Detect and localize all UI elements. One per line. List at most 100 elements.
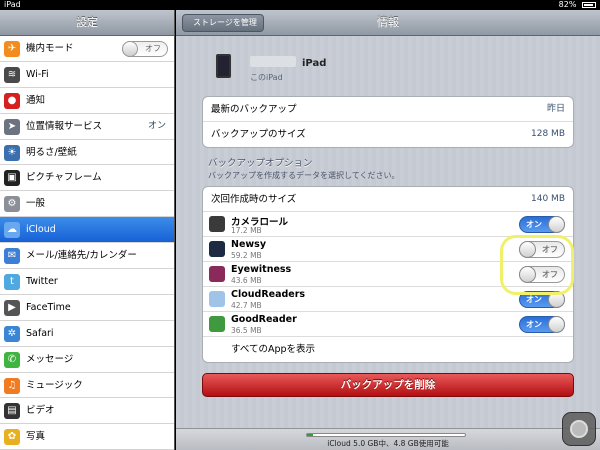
sidebar-item-brightness[interactable]: ☀ 明るさ/壁紙 — [0, 139, 174, 166]
backup-size-label: バックアップのサイズ — [211, 129, 306, 140]
sidebar-item-safari[interactable]: ✲ Safari — [0, 320, 174, 347]
backup-size-value: 128 MB — [531, 129, 565, 139]
sidebar-item-label: 明るさ/壁紙 — [26, 146, 77, 158]
next-size-row: 次回作成時のサイズ 140 MB — [203, 187, 573, 212]
video-icon: ▤ — [4, 403, 20, 420]
location-icon: ➤ — [4, 118, 20, 135]
storage-text: iCloud 5.0 GB中、4.8 GB使用可能 — [327, 439, 449, 448]
status-bar: iPad 82% — [0, 0, 600, 10]
sidebar-item-music[interactable]: ♫ ミュージック — [0, 372, 174, 399]
backup-options-title: バックアップオプション — [208, 158, 313, 169]
switch-label: オフ — [145, 44, 161, 53]
battery-icon — [582, 1, 596, 8]
camera-roll-icon — [209, 216, 225, 232]
app-size: 42.7 MB — [231, 301, 262, 310]
assistive-touch-button[interactable] — [562, 412, 596, 446]
latest-backup-row: 最新のバックアップ 昨日 — [203, 97, 573, 122]
sidebar-item-value: オン — [147, 120, 166, 131]
switch-label: オン — [526, 220, 542, 229]
page-title: 情報 — [377, 16, 399, 29]
app-name: Eyewitness — [231, 264, 292, 275]
airplane-icon: ✈ — [4, 41, 20, 57]
next-size-label: 次回作成時のサイズ — [211, 194, 297, 205]
sidebar-item-label: 位置情報サービス — [26, 120, 103, 132]
sidebar-item-label: メッセージ — [26, 353, 74, 365]
picture-frame-icon: ▣ — [4, 170, 20, 187]
music-icon: ♫ — [4, 377, 20, 394]
app-backup-switch[interactable]: オン — [519, 316, 565, 333]
sidebar-item-photos[interactable]: ✿ 写真 — [0, 424, 174, 450]
app-name: GoodReader — [231, 314, 297, 325]
switch-knob — [548, 316, 565, 333]
sidebar-item-wifi[interactable]: ≋ Wi-Fi — [0, 61, 174, 88]
backup-options-subtitle: バックアップを作成するデータを選択してください。 — [208, 171, 400, 180]
sidebar-item-label: ミュージック — [26, 379, 83, 391]
app-size: 43.6 MB — [231, 276, 262, 285]
messages-icon: ✆ — [4, 351, 20, 368]
backup-info-group: 最新のバックアップ 昨日 バックアップのサイズ 128 MB — [202, 96, 574, 148]
sidebar-item-label: Twitter — [26, 276, 58, 288]
storage-bar — [306, 433, 466, 437]
app-name: CloudReaders — [231, 289, 306, 300]
sidebar-item-picture-frame[interactable]: ▣ ピクチャフレーム — [0, 165, 174, 192]
sidebar-item-airplane[interactable]: ✈ 機内モード オフ — [0, 36, 174, 62]
brightness-icon: ☀ — [4, 144, 20, 161]
sidebar-item-label: 写真 — [26, 431, 46, 443]
sidebar-item-gear[interactable]: ⚙ 一般 — [0, 191, 174, 218]
sidebar-item-label: Wi-Fi — [26, 68, 49, 80]
sidebar-item-label: 通知 — [26, 94, 46, 106]
latest-backup-label: 最新のバックアップ — [211, 104, 297, 115]
mail-icon: ✉ — [4, 248, 20, 265]
sidebar-item-label: 機内モード — [26, 43, 74, 54]
sidebar-item-location[interactable]: ➤ 位置情報サービス オン — [0, 113, 174, 140]
show-all-apps-row[interactable]: すべてのAppを表示 — [203, 337, 573, 362]
navbar: ストレージを管理 情報 — [176, 10, 600, 36]
app-size: 17.2 MB — [231, 226, 262, 235]
next-size-value: 140 MB — [531, 194, 565, 204]
sidebar-item-label: Safari — [26, 327, 54, 339]
highlight-annotation — [500, 235, 574, 295]
switch-knob — [122, 41, 138, 57]
sidebar-item-mail[interactable]: ✉ メール/連絡先/カレンダー — [0, 243, 174, 270]
app-size: 59.2 MB — [231, 251, 262, 260]
device-name: iPad — [302, 58, 327, 69]
delete-backup-button[interactable]: バックアップを削除 — [202, 373, 574, 397]
battery-indicator: 82% — [559, 0, 596, 9]
app-backup-switch[interactable]: オン — [519, 216, 565, 233]
cloudreaders-icon — [209, 291, 225, 307]
carrier-label: iPad — [4, 0, 21, 9]
battery-percent: 82% — [558, 0, 577, 9]
sidebar-item-label: FaceTime — [26, 301, 71, 313]
device-subtitle: このiPad — [250, 73, 283, 82]
app-backup-row: カメラロール 17.2 MB オン — [203, 212, 573, 237]
sidebar-item-cloud[interactable]: ☁ iCloud — [0, 217, 174, 244]
settings-sidebar: 設定 ✈ 機内モード オフ ≋ Wi-Fi ● 通知 ➤ 位置情報サービス オン ☀ 明るさ/壁紙 ▣ ピ… — [0, 10, 175, 450]
gear-icon: ⚙ — [4, 196, 20, 213]
eyewitness-icon — [209, 266, 225, 282]
notification-icon: ● — [4, 92, 20, 109]
sidebar-list: ✈ 機内モード オフ ≋ Wi-Fi ● 通知 ➤ 位置情報サービス オン ☀ 明るさ/壁紙 ▣ ピクチャ… — [0, 36, 174, 450]
main-panel: ストレージを管理 情報 iPad このiPad 最新のバックアップ 昨日 バック… — [176, 10, 600, 450]
backup-size-row: バックアップのサイズ 128 MB — [203, 122, 573, 147]
wifi-icon: ≋ — [4, 66, 20, 83]
sidebar-item-label: 一般 — [26, 198, 46, 210]
sidebar-item-label: iCloud — [26, 224, 56, 236]
app-backup-row: GoodReader 36.5 MB オン — [203, 312, 573, 337]
sidebar-item-label: ピクチャフレーム — [26, 172, 102, 184]
safari-icon: ✲ — [4, 325, 20, 342]
switch-knob — [548, 216, 565, 233]
sidebar-item-label: メール/連絡先/カレンダー — [26, 250, 137, 262]
sidebar-item-messages[interactable]: ✆ メッセージ — [0, 346, 174, 373]
airplane-mode-switch[interactable]: オフ — [122, 41, 168, 57]
app-name: Newsy — [231, 239, 267, 250]
sidebar-item-video[interactable]: ▤ ビデオ — [0, 398, 174, 425]
facetime-icon: ▶ — [4, 299, 20, 316]
ipad-icon — [216, 54, 231, 78]
sidebar-title: 設定 — [0, 10, 174, 36]
cloud-icon: ☁ — [4, 222, 20, 239]
sidebar-item-twitter[interactable]: t Twitter — [0, 269, 174, 295]
app-size: 36.5 MB — [231, 326, 262, 335]
sidebar-item-notification[interactable]: ● 通知 — [0, 87, 174, 114]
sidebar-item-facetime[interactable]: ▶ FaceTime — [0, 294, 174, 321]
storage-footer: iCloud 5.0 GB中、4.8 GB使用可能 — [176, 428, 600, 450]
